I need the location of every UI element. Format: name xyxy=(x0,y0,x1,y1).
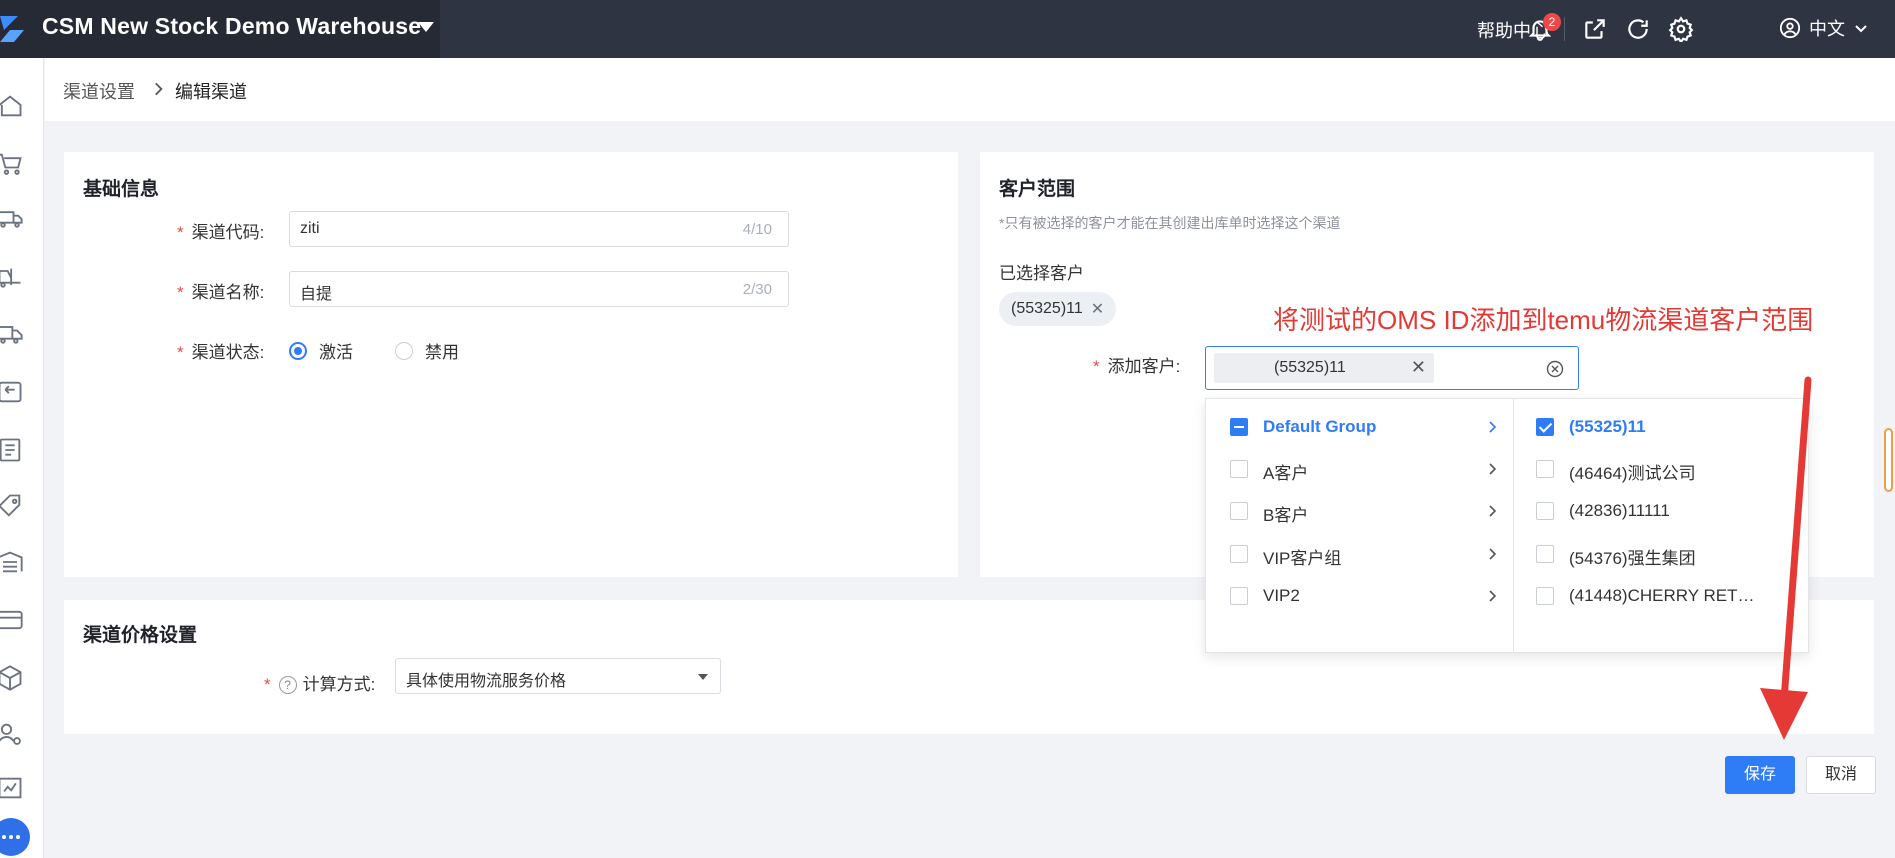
cart-icon[interactable] xyxy=(0,150,24,178)
user-icon xyxy=(1779,17,1801,39)
chat-icon[interactable] xyxy=(0,818,30,856)
checkbox-icon[interactable] xyxy=(1230,502,1248,520)
channel-status-label: * 渠道状态: xyxy=(177,343,265,362)
status-radio-disabled[interactable]: 禁用 xyxy=(395,338,459,363)
checkbox-icon[interactable] xyxy=(1230,587,1248,605)
language-switcher[interactable]: 中文 xyxy=(1779,15,1869,41)
save-button[interactable]: 保存 xyxy=(1725,756,1795,794)
selected-customer-tag: (55325)11 ✕ xyxy=(999,292,1117,326)
select-tag: (55325)11 ✕ xyxy=(1214,353,1434,383)
delivery-truck-icon[interactable] xyxy=(0,320,24,348)
tag-icon[interactable] xyxy=(0,492,24,520)
caret-down-icon xyxy=(698,674,708,680)
group-item-default[interactable]: Default Group xyxy=(1206,406,1513,448)
basic-info-title: 基础信息 xyxy=(83,179,160,200)
annotation-text: 将测试的OMS ID添加到temu物流渠道客户范围 xyxy=(1273,305,1814,335)
chevron-down-icon xyxy=(1855,25,1867,33)
warehouse-icon[interactable] xyxy=(0,548,24,576)
close-icon[interactable]: ✕ xyxy=(1091,299,1104,319)
card-icon[interactable] xyxy=(0,606,24,634)
channel-name-input[interactable]: 自提 2/30 xyxy=(289,271,789,307)
checkbox-icon[interactable] xyxy=(1230,460,1248,478)
user-settings-icon[interactable] xyxy=(0,720,24,748)
home-icon[interactable] xyxy=(0,92,24,120)
group-item-b[interactable]: B客户 xyxy=(1206,490,1513,532)
export-icon[interactable] xyxy=(1582,16,1608,42)
caret-down-icon[interactable] xyxy=(418,22,434,32)
price-settings-title: 渠道价格设置 xyxy=(83,625,198,646)
chevron-right-icon xyxy=(1489,590,1497,602)
language-label: 中文 xyxy=(1809,19,1845,39)
brand-logo-icon xyxy=(0,16,24,42)
char-count: 2/30 xyxy=(742,281,772,298)
package-icon[interactable] xyxy=(0,664,24,692)
customer-scope-hint: *只有被选择的客户才能在其创建出库单时选择这个渠道 xyxy=(999,215,1341,231)
gear-icon[interactable] xyxy=(1668,16,1694,42)
breadcrumb-edit-channel: 编辑渠道 xyxy=(175,82,247,102)
checkbox-icon[interactable] xyxy=(1536,460,1554,478)
inbound-truck-icon[interactable] xyxy=(0,204,24,232)
add-customer-select[interactable]: (55325)11 ✕ xyxy=(1205,346,1579,390)
char-count: 4/10 xyxy=(742,221,772,238)
customer-cascader-dropdown: Default Group A客户 B客户 VIP客户组 VIP2 (55325… xyxy=(1205,398,1809,653)
checkbox-icon[interactable] xyxy=(1230,545,1248,563)
help-icon: ? xyxy=(278,676,297,694)
channel-name-label: * 渠道名称: xyxy=(177,283,265,302)
channel-code-label: * 渠道代码: xyxy=(177,223,265,242)
status-radio-active[interactable]: 激活 xyxy=(289,338,353,363)
calc-method-select[interactable]: 具体使用物流服务价格 xyxy=(395,658,721,694)
group-item-a[interactable]: A客户 xyxy=(1206,448,1513,490)
return-icon[interactable] xyxy=(0,378,24,406)
channel-code-input[interactable]: ziti 4/10 xyxy=(289,211,789,247)
close-icon[interactable]: ✕ xyxy=(1411,357,1426,378)
sidebar xyxy=(0,58,44,858)
group-item-vip[interactable]: VIP客户组 xyxy=(1206,533,1513,575)
notification-badge: 2 xyxy=(1543,13,1561,31)
basic-info-panel: 基础信息 * 渠道代码: ziti 4/10 * 渠道名称: 自提 2/30 * 渠道… xyxy=(64,152,958,577)
statistics-icon[interactable] xyxy=(0,774,24,802)
breadcrumb: 渠道设置 编辑渠道 xyxy=(45,58,1895,121)
divider xyxy=(1564,17,1565,41)
checkbox-indeterminate-icon[interactable] xyxy=(1230,418,1248,436)
breadcrumb-channel-settings[interactable]: 渠道设置 xyxy=(63,78,135,104)
checkbox-checked-icon[interactable] xyxy=(1536,418,1554,436)
refresh-icon[interactable] xyxy=(1625,16,1651,42)
checkbox-icon[interactable] xyxy=(1536,545,1554,563)
checkbox-icon[interactable] xyxy=(1536,502,1554,520)
chevron-right-icon xyxy=(1489,421,1497,433)
customer-scope-title: 客户范围 xyxy=(999,179,1076,200)
checkbox-icon[interactable] xyxy=(1536,587,1554,605)
report-icon[interactable] xyxy=(0,436,24,464)
group-column: Default Group A客户 B客户 VIP客户组 VIP2 xyxy=(1206,399,1514,652)
radio-checked-icon xyxy=(289,341,307,360)
forklift-icon[interactable] xyxy=(0,264,24,292)
calc-method-label: *? 计算方式: xyxy=(264,675,376,694)
radio-unchecked-icon xyxy=(395,341,413,360)
warehouse-switcher[interactable]: CSM New Stock Demo Warehouse xyxy=(0,0,440,58)
chevron-right-icon xyxy=(1489,505,1497,517)
clear-icon[interactable] xyxy=(1546,360,1564,378)
chevron-right-icon xyxy=(155,82,163,96)
scrollbar-thumb[interactable] xyxy=(1884,428,1893,492)
chevron-right-icon xyxy=(1489,463,1497,475)
chevron-right-icon xyxy=(1489,548,1497,560)
top-bar: CSM New Stock Demo Warehouse 帮助中心 2 中文 xyxy=(0,0,1895,58)
warehouse-name: CSM New Stock Demo Warehouse xyxy=(42,13,422,39)
cancel-button[interactable]: 取消 xyxy=(1806,756,1876,794)
annotation-arrow-icon xyxy=(1760,376,1812,740)
group-item-vip2[interactable]: VIP2 xyxy=(1206,575,1513,617)
add-customer-label: * 添加客户: xyxy=(1093,357,1181,376)
selected-customers-label: 已选择客户 xyxy=(999,264,1084,283)
